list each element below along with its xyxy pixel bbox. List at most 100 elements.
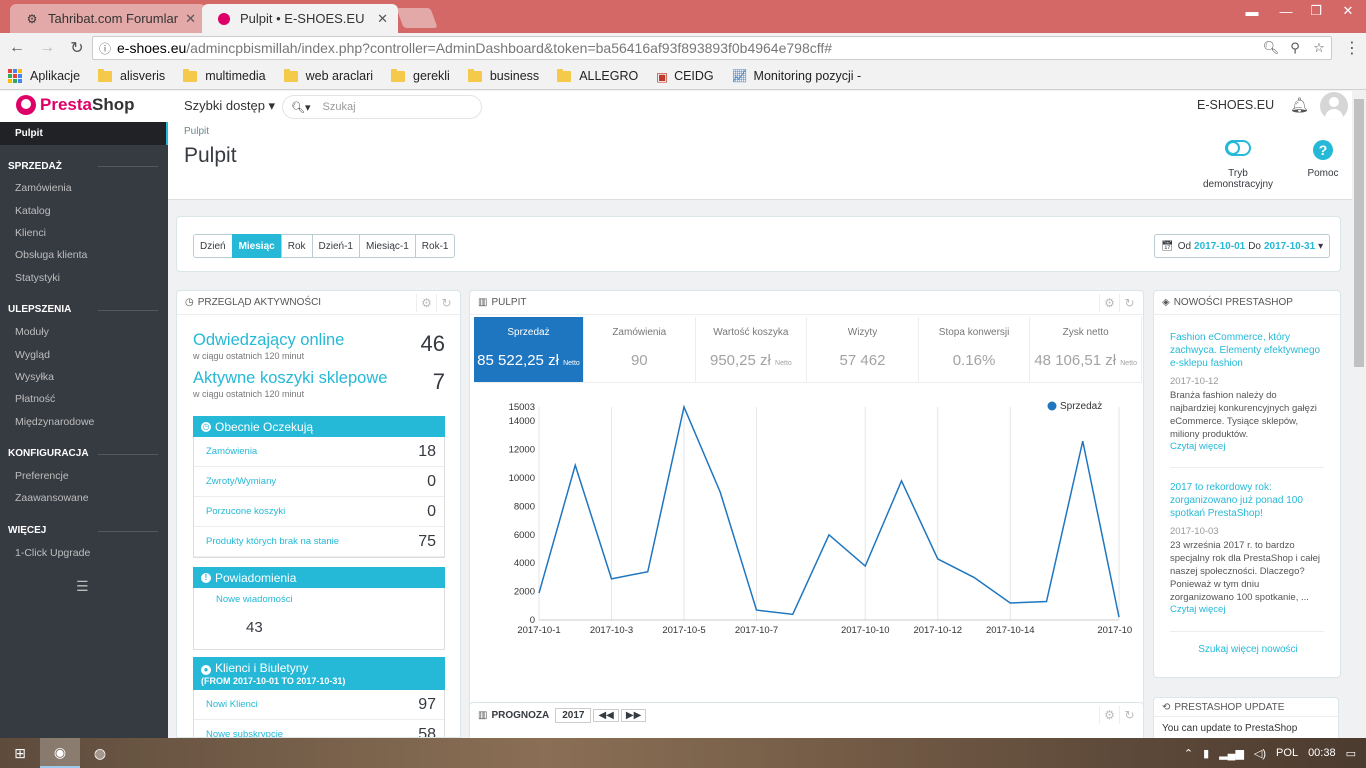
new-messages-link[interactable]: Nowe wiadomości [194, 588, 444, 605]
info-icon[interactable]: ⓘ [93, 40, 117, 57]
sidebar-item-klienci[interactable]: Klienci [0, 222, 168, 244]
prestashop-logo[interactable]: Presta Shop [16, 95, 134, 115]
shop-name-link[interactable]: E-SHOES.EU [1197, 98, 1274, 112]
sidebar-item-zamówienia[interactable]: Zamówienia [0, 177, 168, 199]
list-item[interactable]: Zamówienia 18 [194, 437, 444, 467]
search-box[interactable]: 🔍︎▾ Szukaj [282, 95, 482, 119]
page-scrollbar[interactable] [1352, 91, 1366, 738]
list-item-label[interactable]: Nowi Klienci [206, 699, 418, 710]
bookmark-item[interactable]: gerekli [391, 68, 450, 83]
list-item-label[interactable]: Nowe subskrypcje [206, 729, 418, 737]
search-icon[interactable]: 🔍︎▾ [291, 101, 311, 114]
next-year-icon[interactable]: ▶▶ [620, 708, 647, 722]
list-item-label[interactable]: Produkty których brak na stanie [206, 536, 418, 547]
close-window-icon[interactable]: ✕ [1332, 0, 1364, 22]
zoom-icon[interactable]: 🔍︎ [1259, 40, 1283, 56]
firefox-taskbar-icon[interactable]: ◍ [80, 738, 120, 768]
kpi-tile[interactable]: Sprzedaż 85 522,25 zł Netto [474, 317, 584, 382]
notifications-bell-icon[interactable]: 🔔︎ [1290, 96, 1309, 114]
tray-time[interactable]: 00:38 [1308, 747, 1336, 759]
demo-mode-toggle[interactable]: Tryb demonstracyjny [1200, 140, 1276, 190]
read-more-link[interactable]: Czytaj więcej [1170, 441, 1324, 452]
sidebar-item-pulpit[interactable]: Pulpit [0, 122, 168, 145]
list-item[interactable]: Nowi Klienci 97 [194, 690, 444, 720]
sidebar-item-zaawansowane[interactable]: Zaawansowane [0, 487, 168, 509]
news-title-link[interactable]: 2017 to rekordowy rok: zorganizowano już… [1170, 481, 1324, 520]
configure-gear-icon[interactable]: ⚙ [1099, 706, 1119, 724]
period-button-rok[interactable]: Rok [280, 234, 313, 258]
bookmark-item[interactable]: web araclari [283, 68, 373, 83]
extension-icon[interactable]: ⚲ [1283, 40, 1307, 56]
kpi-tile[interactable]: Wizyty 57 462 [807, 317, 919, 382]
reload-icon[interactable]: ↻ [64, 35, 90, 61]
back-arrow-icon[interactable]: ← [4, 35, 30, 61]
bookmark-item[interactable]: ALLEGRO [557, 68, 638, 83]
refresh-icon[interactable]: ↻ [436, 294, 456, 312]
help-button[interactable]: ? Pomoc [1304, 140, 1342, 179]
date-range-picker[interactable]: 📅︎ Od 2017-10-01 Do 2017-10-31 ▾ [1154, 234, 1331, 258]
scrollbar-thumb[interactable] [1354, 99, 1364, 367]
browser-tab-pulpit[interactable]: Pulpit • E-SHOES.EU ✕ [202, 4, 398, 33]
sidebar-item-wygląd[interactable]: Wygląd [0, 343, 168, 365]
tray-lang[interactable]: POL [1276, 747, 1298, 759]
minimize-icon[interactable]: — [1270, 0, 1302, 22]
refresh-icon[interactable]: ↻ [1119, 706, 1139, 724]
more-news-link[interactable]: Szukaj więcej nowości [1154, 644, 1342, 655]
active-carts-label[interactable]: Aktywne koszyki sklepowe [193, 369, 445, 388]
online-visitors-label[interactable]: Odwiedzający online [193, 331, 445, 350]
forward-arrow-icon[interactable]: → [34, 35, 60, 61]
sidebar-item-obsługa-klienta[interactable]: Obsługa klienta [0, 244, 168, 266]
tray-arrow-icon[interactable]: ⌃ [1184, 747, 1193, 760]
tab-close-icon[interactable]: ✕ [377, 11, 388, 27]
tab-close-icon[interactable]: ✕ [185, 11, 196, 27]
list-item[interactable]: Produkty których brak na stanie 75 [194, 527, 444, 557]
period-button-dzie-1[interactable]: Dzień-1 [311, 234, 360, 258]
list-item-label[interactable]: Zamówienia [206, 446, 418, 457]
sidebar-item-płatność[interactable]: Płatność [0, 388, 168, 410]
kpi-tile[interactable]: Stopa konwersji 0.16% [919, 317, 1031, 382]
bookmark-star-icon[interactable]: ☆ [1307, 40, 1331, 56]
sidebar-item-katalog[interactable]: Katalog [0, 199, 168, 221]
bookmark-item[interactable]: business [467, 68, 539, 83]
collapse-menu-icon[interactable]: ☰ [76, 578, 92, 595]
refresh-icon[interactable]: ↻ [1119, 294, 1139, 312]
sidebar-item-moduły[interactable]: Moduły [0, 321, 168, 343]
battery-icon[interactable]: ▮ [1203, 747, 1209, 760]
period-button-dzie-[interactable]: Dzień [193, 234, 233, 258]
quick-access-dropdown[interactable]: Szybki dostęp ▾ [184, 98, 275, 114]
list-item-label[interactable]: Zwroty/Wymiany [206, 476, 427, 487]
chrome-taskbar-icon[interactable]: ◉ [40, 738, 80, 768]
configure-gear-icon[interactable]: ⚙ [1099, 294, 1119, 312]
list-item-label[interactable]: Porzucone koszyki [206, 506, 427, 517]
kpi-tile[interactable]: Zysk netto 48 106,51 zł Netto [1030, 317, 1142, 382]
sidebar-item-1-click-upgrade[interactable]: 1-Click Upgrade [0, 542, 168, 564]
bookmark-item[interactable]: alisveris [98, 68, 165, 83]
employee-avatar[interactable] [1320, 92, 1348, 120]
network-icon[interactable]: ▂▄▆ [1219, 747, 1244, 760]
prev-year-icon[interactable]: ◀◀ [593, 708, 619, 722]
sidebar-item-wysyłka[interactable]: Wysyłka [0, 366, 168, 388]
browser-menu-icon[interactable]: ⋮ [1344, 38, 1360, 58]
list-item[interactable]: Nowe subskrypcje 58 [194, 720, 444, 738]
read-more-link[interactable]: Czytaj więcej [1170, 604, 1324, 615]
maximize-icon[interactable]: ❐ [1300, 0, 1332, 22]
period-button-miesi-c-1[interactable]: Miesiąc-1 [358, 234, 416, 258]
period-button-miesi-c[interactable]: Miesiąc [231, 234, 282, 258]
address-bar[interactable]: ⓘ e-shoes.eu/admincpbismillah/index.php?… [92, 36, 1332, 60]
action-center-icon[interactable]: ▭ [1346, 747, 1356, 760]
volume-icon[interactable]: ◁) [1254, 747, 1266, 760]
breadcrumb[interactable]: Pulpit [184, 126, 209, 137]
new-tab-button[interactable] [396, 8, 438, 28]
news-title-link[interactable]: Fashion eCommerce, który zachwyca. Eleme… [1170, 331, 1324, 370]
url-text[interactable]: e-shoes.eu/admincpbismillah/index.php?co… [117, 40, 1259, 56]
sidebar-item-międzynarodowe[interactable]: Międzynarodowe [0, 411, 168, 433]
bookmark-item[interactable]: multimedia [183, 68, 266, 83]
list-item[interactable]: Zwroty/Wymiany 0 [194, 467, 444, 497]
sidebar-item-statystyki[interactable]: Statystyki [0, 267, 168, 289]
user-profile-icon[interactable]: ▬ [1236, 0, 1268, 22]
sidebar-item-preferencje[interactable]: Preferencje [0, 465, 168, 487]
kpi-tile[interactable]: Wartość koszyka 950,25 zł Netto [696, 317, 808, 382]
search-input[interactable]: Szukaj [323, 101, 356, 113]
period-button-rok-1[interactable]: Rok-1 [414, 234, 456, 258]
bookmark-item[interactable]: Aplikacje [8, 69, 80, 83]
